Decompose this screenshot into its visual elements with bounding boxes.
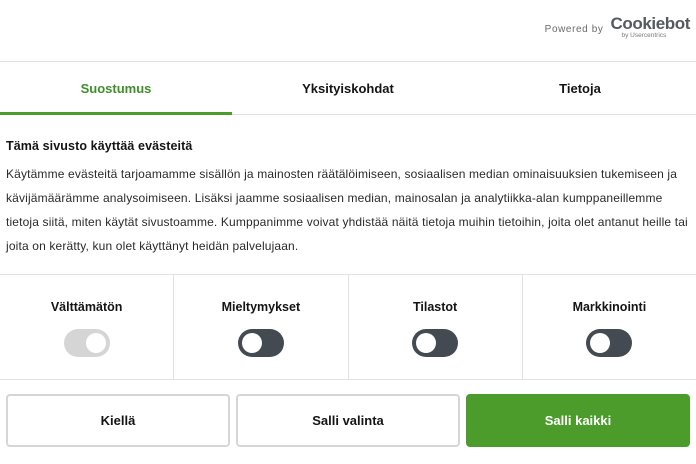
tab-details[interactable]: Yksityiskohdat bbox=[232, 62, 464, 114]
consent-toggles: Välttämätön Mieltymykset Tilastot Markki… bbox=[0, 275, 696, 380]
cookiebot-logo[interactable]: Cookiebot by Usercentrics bbox=[610, 15, 690, 40]
toggle-preferences[interactable] bbox=[237, 329, 284, 357]
toggle-marketing[interactable] bbox=[586, 329, 633, 357]
toggle-cell-preferences: Mieltymykset bbox=[174, 275, 349, 379]
toggle-knob bbox=[85, 333, 106, 353]
toggle-cell-statistics: Tilastot bbox=[349, 275, 523, 379]
toggle-label-statistics: Tilastot bbox=[413, 300, 458, 314]
toggle-knob bbox=[590, 333, 611, 353]
toggle-knob bbox=[241, 333, 262, 353]
dialog-header: Powered by Cookiebot by Usercentrics bbox=[0, 0, 696, 62]
allow-selection-button[interactable]: Salli valinta bbox=[236, 394, 460, 447]
toggle-label-necessary: Välttämätön bbox=[50, 300, 123, 314]
toggle-label-marketing: Markkinointi bbox=[572, 300, 647, 314]
toggle-necessary bbox=[63, 329, 110, 357]
deny-button[interactable]: Kiellä bbox=[6, 394, 230, 447]
toggle-label-preferences: Mieltymykset bbox=[221, 300, 301, 314]
logo-name: Cookiebot bbox=[610, 14, 690, 33]
powered-by-text: Powered by bbox=[544, 23, 604, 35]
toggle-cell-marketing: Markkinointi bbox=[523, 275, 696, 379]
powered-by[interactable]: Powered by Cookiebot by Usercentrics bbox=[544, 15, 691, 40]
toggle-knob bbox=[416, 333, 437, 353]
content-heading: Tämä sivusto käyttää evästeitä bbox=[6, 139, 193, 153]
tab-about[interactable]: Tietoja bbox=[464, 62, 696, 114]
tab-bar: Suostumus Yksityiskohdat Tietoja bbox=[0, 62, 696, 115]
allow-all-button[interactable]: Salli kaikki bbox=[466, 394, 690, 447]
toggle-cell-necessary: Välttämätön bbox=[0, 275, 175, 379]
tab-consent[interactable]: Suostumus bbox=[0, 62, 232, 115]
consent-content: Tämä sivusto käyttää evästeitä Käytämme … bbox=[0, 115, 696, 275]
logo-sub: by Usercentrics bbox=[621, 32, 667, 39]
content-body: Käytämme evästeitä tarjoamamme sisällön … bbox=[6, 167, 688, 253]
action-buttons: Kiellä Salli valinta Salli kaikki bbox=[0, 380, 696, 447]
toggle-statistics[interactable] bbox=[412, 329, 459, 357]
